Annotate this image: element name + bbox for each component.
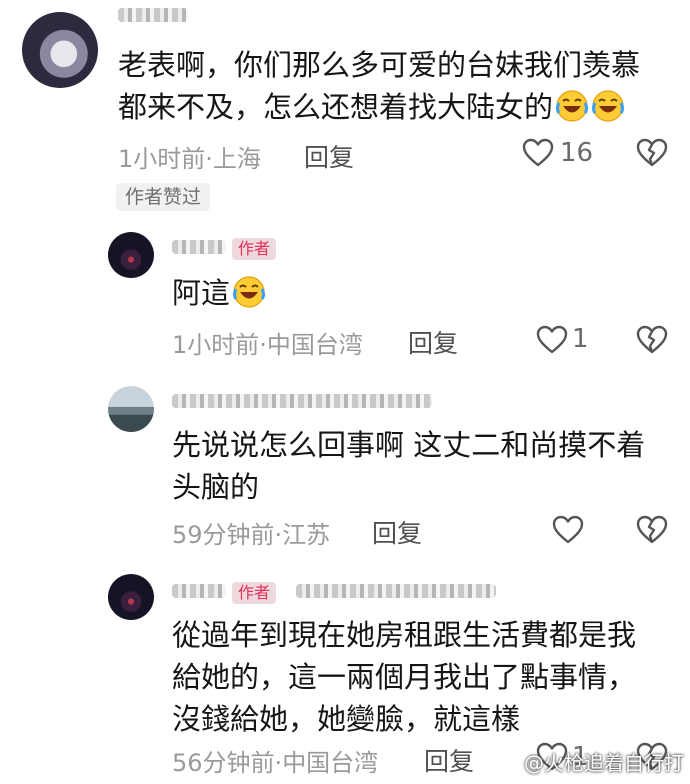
dislike-broken-heart-icon[interactable] xyxy=(636,515,668,545)
reply-button[interactable]: 回复 xyxy=(304,138,354,174)
reply-target-blurred[interactable] xyxy=(296,584,496,598)
dislike-broken-heart-icon[interactable] xyxy=(636,138,668,168)
comment-line: 沒錢給她，她變臉，就這樣 xyxy=(172,702,521,736)
laughing-crying-emoji-icon xyxy=(555,89,589,123)
username-blurred[interactable] xyxy=(172,584,226,598)
avatar[interactable] xyxy=(108,386,154,432)
reply-button[interactable]: 回复 xyxy=(424,742,474,778)
like-count: 16 xyxy=(560,138,594,168)
username-blurred[interactable] xyxy=(118,8,188,22)
comment-meta: 56分钟前·中国台湾 xyxy=(172,749,379,777)
avatar[interactable] xyxy=(108,574,154,620)
comment-line: 头脑的 xyxy=(172,470,260,504)
watermark: @火枪追着自行打 xyxy=(524,751,684,775)
comment-text: 老表啊，你们那么多可爱的台妹我们羡慕 都来不及，怎么还想着找大陆女的 xyxy=(118,44,678,128)
comment-line: 給她的，這一兩個月我出了點事情， xyxy=(172,660,637,694)
comment-meta: 1小时前·中国台湾 xyxy=(172,331,363,359)
comment-line: 都来不及，怎么还想着找大陆女的 xyxy=(118,86,678,128)
author-liked-tag: 作者赞过 xyxy=(116,183,211,211)
like-heart-icon[interactable] xyxy=(552,515,584,545)
author-badge: 作者 xyxy=(232,582,277,604)
like-count: 1 xyxy=(572,324,589,354)
comment-text: 先说说怎么回事啊 这丈二和尚摸不着 头脑的 xyxy=(172,424,672,508)
like-heart-icon[interactable] xyxy=(536,325,568,355)
avatar[interactable] xyxy=(108,232,154,278)
username-blurred[interactable] xyxy=(172,394,432,408)
comment-meta: 59分钟前·江苏 xyxy=(172,521,331,549)
laughing-crying-emoji-icon xyxy=(591,89,625,123)
comment-line: 從過年到現在她房租跟生活費都是我 xyxy=(172,618,637,652)
avatar[interactable] xyxy=(22,12,98,88)
like-heart-icon[interactable] xyxy=(522,138,554,168)
dislike-broken-heart-icon[interactable] xyxy=(636,325,668,355)
username-blurred[interactable] xyxy=(172,240,226,254)
reply-button[interactable]: 回复 xyxy=(408,324,458,360)
author-badge: 作者 xyxy=(232,238,277,260)
comment-line: 老表啊，你们那么多可爱的台妹我们羡慕 xyxy=(118,48,641,82)
comment-text: 阿這 xyxy=(172,272,266,314)
comment-line: 先说说怎么回事啊 这丈二和尚摸不着 xyxy=(172,428,646,462)
laughing-crying-emoji-icon xyxy=(232,275,266,309)
comment-meta: 1小时前·上海 xyxy=(118,145,261,173)
comment-text: 從過年到現在她房租跟生活費都是我 給她的，這一兩個月我出了點事情， 沒錢給她，她… xyxy=(172,614,672,740)
reply-button[interactable]: 回复 xyxy=(372,514,422,550)
